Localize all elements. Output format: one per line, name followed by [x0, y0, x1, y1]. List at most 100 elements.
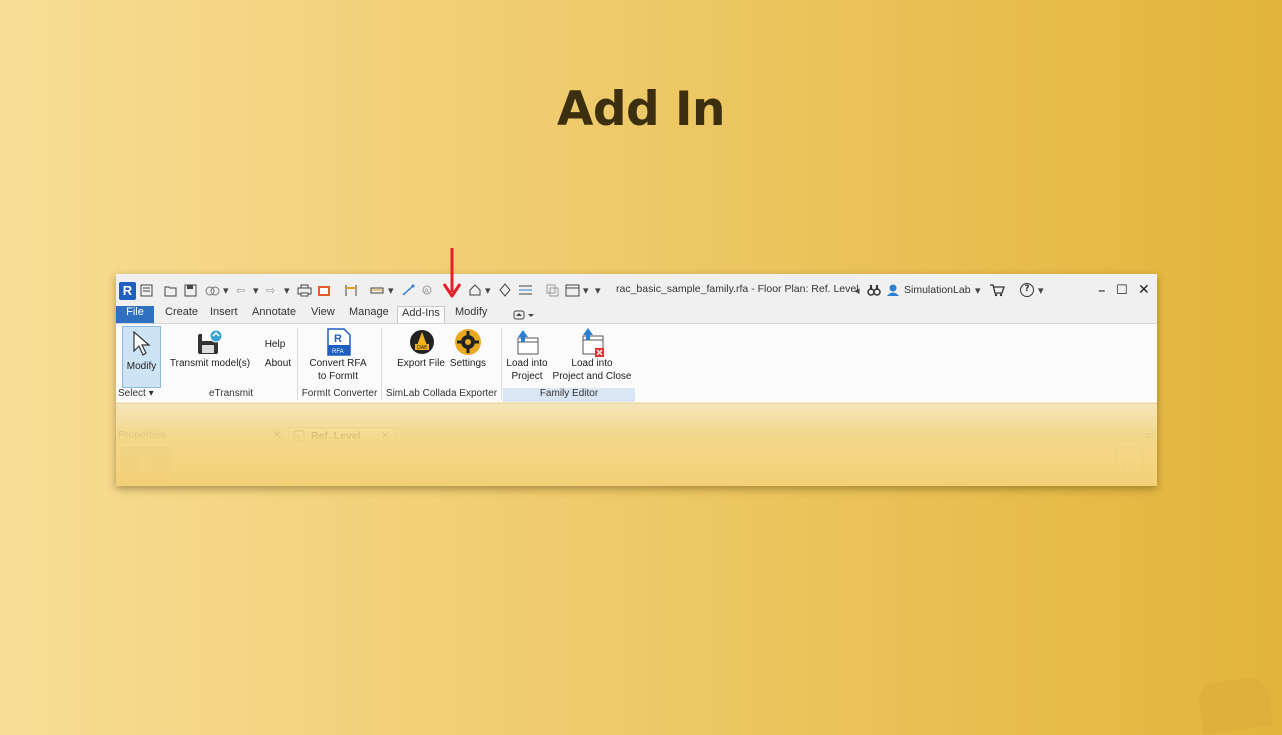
text-icon[interactable]: A	[421, 284, 434, 297]
tab-insert[interactable]: Insert	[206, 306, 242, 323]
maximize-button[interactable]: ☐	[1116, 283, 1128, 298]
export-file-icon[interactable]: DAE	[408, 328, 436, 356]
family-type-logo: R	[120, 446, 172, 486]
dropdown-arrow-icon[interactable]: ▾	[485, 284, 491, 298]
transmit-models-button[interactable]: Transmit model(s)	[168, 357, 252, 370]
redo-icon[interactable]: ⇨	[266, 284, 275, 298]
panel-select[interactable]: Select ▾	[118, 388, 162, 402]
scroll-up-icon[interactable]: ⌃	[1146, 444, 1154, 455]
drawing-area[interactable]	[286, 444, 1157, 486]
3d-icon[interactable]	[498, 283, 512, 297]
dropdown-arrow-icon[interactable]: ▾	[253, 284, 259, 298]
minimize-button[interactable]: –	[1098, 281, 1106, 299]
load-into-project-close-label-2[interactable]: Project and Close	[552, 370, 632, 383]
select-dropdown-icon[interactable]: ▾	[149, 388, 154, 399]
convert-rfa-label-1[interactable]: Convert RFA	[302, 357, 374, 370]
tab-add-ins[interactable]: Add-Ins	[397, 306, 445, 324]
modify-button[interactable]: Modify	[122, 326, 161, 388]
view-tab-strip	[288, 427, 1157, 443]
measure-icon[interactable]	[344, 283, 358, 298]
svg-text:DAE: DAE	[417, 345, 427, 351]
panel-simlab-exporter: SimLab Collada Exporter	[385, 388, 498, 399]
decorative-corner-shape	[1196, 675, 1274, 735]
revit-window: R ▾ ⇦ ▾ ⇨ ▾ ▾ A ▾ ▾ ▾ rac_basic_sample_f…	[116, 274, 1157, 486]
length-dimension-label: Length = 782.00	[578, 476, 658, 486]
thin-lines-icon[interactable]	[518, 283, 533, 297]
revit-logo-icon[interactable]: R	[119, 282, 136, 300]
open-icon[interactable]	[164, 284, 178, 297]
print-icon[interactable]	[297, 284, 312, 297]
transmit-model-icon[interactable]	[196, 328, 224, 356]
ribbon-panel: Modify Transmit model(s) Help About R RFA…	[116, 323, 1157, 404]
panel-formit-converter: FormIt Converter	[301, 388, 378, 399]
tag-icon[interactable]	[401, 284, 415, 297]
load-into-project-label-2[interactable]: Project	[502, 370, 552, 383]
load-into-project-close-label-1[interactable]: Load into	[552, 357, 632, 370]
tab-file[interactable]: File	[116, 306, 154, 323]
undo-icon[interactable]: ⇦	[236, 284, 245, 298]
close-button[interactable]: ✕	[1138, 282, 1150, 298]
view-tab-ref-level[interactable]: Ref. Level ✕	[288, 427, 395, 444]
properties-panel-header: Properties ✕	[116, 427, 286, 443]
quick-access-toolbar: R ▾ ⇦ ▾ ⇨ ▾ ▾ A ▾ ▾ ▾ rac_basic_sample_f…	[116, 274, 1157, 306]
help-icon[interactable]: ?	[1020, 283, 1034, 297]
tab-view[interactable]: View	[307, 306, 339, 323]
red-pointer-arrow-icon	[442, 248, 462, 298]
view-menu-icon[interactable]	[1144, 431, 1154, 440]
close-hidden-icon[interactable]	[546, 284, 559, 297]
panel-family-editor: Family Editor	[503, 388, 635, 402]
home-icon[interactable]	[468, 283, 482, 297]
load-into-project-icon[interactable]	[514, 328, 540, 356]
user-name[interactable]: SimulationLab	[904, 284, 971, 296]
tab-manage[interactable]: Manage	[345, 306, 393, 323]
tab-create[interactable]: Create	[161, 306, 202, 323]
slide-title: Add In	[557, 82, 725, 137]
settings-button[interactable]: Settings	[446, 357, 490, 370]
panel-etransmit: eTransmit	[208, 388, 254, 399]
dropdown-arrow-icon[interactable]: ▾	[388, 284, 394, 298]
dimension-icon[interactable]	[370, 285, 384, 296]
dropdown-arrow-icon[interactable]: ▾	[975, 284, 981, 298]
svg-text:A: A	[424, 287, 429, 295]
window-title: rac_basic_sample_family.rfa - Floor Plan…	[616, 283, 859, 295]
panel-label-row: Select ▾ eTransmit FormIt Converter SimL…	[116, 388, 1157, 403]
user-icon[interactable]	[886, 283, 900, 297]
customize-qat-icon[interactable]: ▾	[595, 284, 601, 298]
settings-gear-icon[interactable]	[454, 328, 482, 356]
sync-icon[interactable]	[204, 284, 220, 297]
properties-title: Properties	[118, 429, 166, 441]
dropdown-arrow-icon[interactable]: ▾	[583, 284, 589, 298]
view-cube-icon[interactable]	[1111, 444, 1151, 486]
close-icon[interactable]: ✕	[272, 427, 282, 443]
export-icon[interactable]	[317, 284, 331, 297]
switch-windows-icon[interactable]	[565, 284, 580, 297]
ribbon-minimize-icon[interactable]	[513, 310, 537, 320]
svg-text:RFA: RFA	[332, 349, 344, 355]
dropdown-arrow-icon[interactable]: ▾	[1038, 284, 1044, 298]
load-into-project-label-1[interactable]: Load into	[502, 357, 552, 370]
close-icon[interactable]: ✕	[381, 428, 390, 445]
options-bar	[116, 403, 1157, 428]
save-icon[interactable]	[184, 284, 197, 297]
recent-files-icon[interactable]	[140, 284, 153, 297]
convert-rfa-icon[interactable]: R RFA	[326, 327, 352, 357]
help-button[interactable]: Help	[260, 338, 290, 351]
export-file-button[interactable]: Export File	[394, 357, 448, 370]
binoculars-icon[interactable]	[867, 283, 881, 297]
modify-label: Modify	[126, 361, 157, 372]
panel-select-label: Select	[118, 388, 146, 399]
tab-modify[interactable]: Modify	[451, 306, 491, 323]
load-into-project-close-icon[interactable]	[579, 328, 607, 358]
cart-icon[interactable]	[989, 283, 1005, 297]
floor-plan-icon	[293, 430, 305, 442]
about-button[interactable]: About	[260, 357, 296, 370]
dropdown-arrow-icon[interactable]: ▾	[284, 284, 290, 298]
view-tab-label: Ref. Level	[311, 430, 361, 442]
ribbon-tabs: File Create Insert Annotate View Manage …	[116, 306, 1157, 324]
svg-text:R: R	[334, 333, 342, 345]
convert-rfa-label-2[interactable]: to FormIt	[302, 370, 374, 383]
cursor-icon	[133, 331, 151, 356]
tab-annotate[interactable]: Annotate	[248, 306, 300, 323]
dropdown-arrow-icon[interactable]: ▾	[223, 284, 229, 298]
search-left-arrow-icon[interactable]: ◂	[854, 284, 860, 298]
